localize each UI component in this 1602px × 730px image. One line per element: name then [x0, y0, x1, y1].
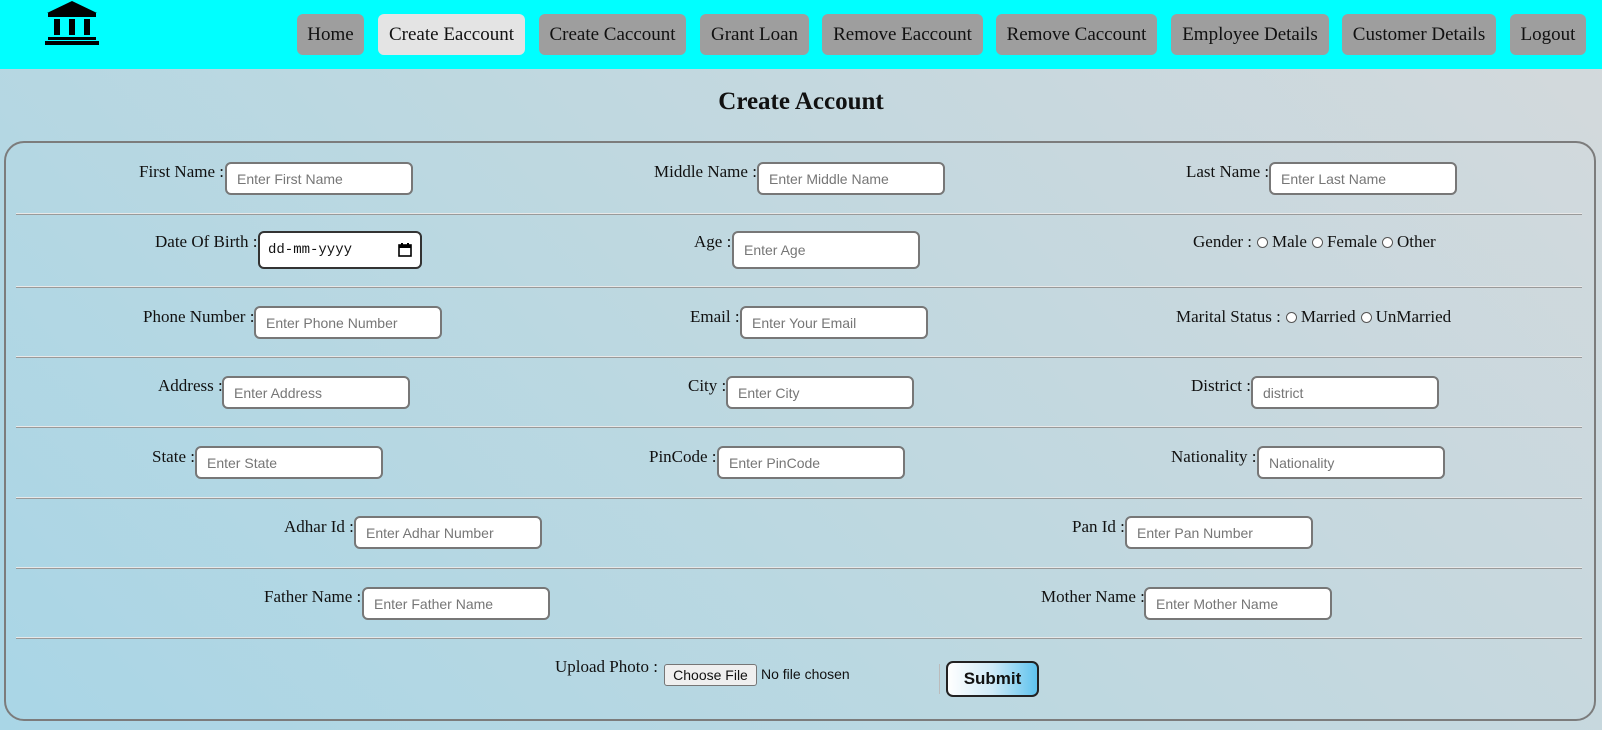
age-label: Age :	[694, 232, 732, 251]
adhar-input[interactable]	[354, 516, 542, 549]
page-title: Create Account	[718, 88, 884, 115]
middle-name-input[interactable]	[757, 162, 945, 195]
file-status-text: No file chosen	[761, 666, 850, 682]
pan-input[interactable]	[1125, 516, 1313, 549]
district-label: District :	[1191, 376, 1251, 395]
gender-label: Gender :	[1193, 232, 1253, 251]
marital-status-label: Marital Status :	[1176, 307, 1281, 326]
gender-male-label: Male	[1272, 232, 1307, 251]
nav-customer-details-button[interactable]: Customer Details	[1342, 14, 1496, 55]
dob-placeholder: dd-mm-yyyy	[268, 242, 353, 258]
row-divider	[16, 356, 1582, 358]
row-divider	[16, 213, 1582, 215]
nav-create-caccount-button[interactable]: Create Caccount	[539, 14, 686, 55]
gender-other-radio[interactable]	[1382, 236, 1393, 248]
upload-photo-label: Upload Photo :	[555, 657, 658, 676]
middle-name-label: Middle Name :	[654, 162, 757, 181]
unmarried-radio[interactable]	[1360, 311, 1372, 323]
row-divider	[16, 497, 1582, 499]
phone-input[interactable]	[254, 306, 442, 339]
email-label: Email :	[690, 307, 740, 326]
district-input[interactable]	[1251, 376, 1439, 409]
last-name-input[interactable]	[1269, 162, 1457, 195]
nav-remove-caccount-button[interactable]: Remove Caccount	[996, 14, 1157, 55]
nationality-input[interactable]	[1257, 446, 1445, 479]
gender-female-radio[interactable]	[1311, 236, 1323, 248]
age-input[interactable]	[732, 231, 920, 269]
nav-create-eaccount-button[interactable]: Create Eaccount	[378, 14, 525, 55]
bank-icon	[45, 1, 99, 45]
address-input[interactable]	[222, 376, 410, 409]
dob-label: Date Of Birth :	[155, 232, 258, 251]
row-divider	[16, 637, 1582, 639]
nav-grant-loan-button[interactable]: Grant Loan	[700, 14, 809, 55]
gender-radio-group: Gender : Male Female Other	[1193, 232, 1436, 252]
dob-date-input[interactable]: dd-mm-yyyy	[258, 231, 422, 269]
first-name-label: First Name :	[139, 162, 224, 181]
nav-home-button[interactable]: Home	[297, 14, 364, 55]
nav-employee-details-button[interactable]: Employee Details	[1171, 14, 1329, 55]
nav-remove-eaccount-button[interactable]: Remove Eaccount	[822, 14, 983, 55]
married-label: Married	[1300, 307, 1356, 326]
choose-file-button[interactable]: Choose File	[664, 664, 757, 686]
father-name-label: Father Name :	[264, 587, 362, 606]
unmarried-label: UnMarried	[1375, 307, 1452, 326]
adhar-label: Adhar Id :	[284, 517, 354, 536]
email-input[interactable]	[740, 306, 928, 339]
create-account-form	[4, 141, 1596, 721]
row-divider	[16, 567, 1582, 569]
mother-name-input[interactable]	[1144, 587, 1332, 620]
state-label: State :	[152, 447, 195, 466]
pincode-label: PinCode :	[649, 447, 717, 466]
gender-male-radio[interactable]	[1257, 236, 1269, 248]
submit-button[interactable]: Submit	[946, 661, 1039, 697]
last-name-label: Last Name :	[1186, 162, 1270, 181]
calendar-icon[interactable]	[398, 243, 412, 257]
address-label: Address :	[158, 376, 223, 395]
pan-label: Pan Id :	[1072, 517, 1125, 536]
gender-female-label: Female	[1326, 232, 1377, 251]
nav-logout-button[interactable]: Logout	[1510, 14, 1586, 55]
pincode-input[interactable]	[717, 446, 905, 479]
row-divider	[16, 426, 1582, 428]
married-radio[interactable]	[1285, 311, 1297, 323]
marital-status-radio-group: Marital Status : Married UnMarried	[1176, 307, 1451, 327]
mother-name-label: Mother Name :	[1041, 587, 1145, 606]
top-navigation-bar: Home Create Eaccount Create Caccount Gra…	[0, 0, 1602, 69]
father-name-input[interactable]	[362, 587, 550, 620]
separator	[939, 664, 940, 694]
gender-other-label: Other	[1397, 232, 1436, 251]
row-divider	[16, 286, 1582, 288]
state-input[interactable]	[195, 446, 383, 479]
first-name-input[interactable]	[225, 162, 413, 195]
nationality-label: Nationality :	[1171, 447, 1257, 466]
phone-label: Phone Number :	[143, 307, 255, 326]
city-input[interactable]	[726, 376, 914, 409]
city-label: City :	[688, 376, 727, 395]
